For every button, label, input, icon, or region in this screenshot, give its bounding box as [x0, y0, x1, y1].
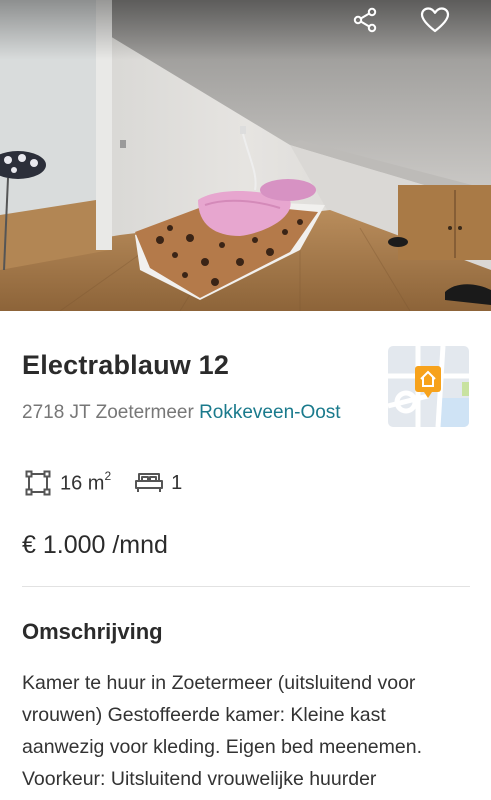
listing-features: 16 m2 1 — [22, 467, 204, 499]
listing-price: € 1.000 /mnd — [22, 531, 168, 559]
bedrooms-count: 1 — [171, 471, 183, 494]
map-icon — [388, 346, 469, 427]
description-text: Kamer te huur in Zoetermeer (uitsluitend… — [22, 672, 423, 790]
bedrooms-feature: 1 — [133, 467, 182, 499]
share-icon — [353, 7, 377, 33]
listing-photo[interactable] — [0, 0, 491, 311]
area-value: 16 m — [60, 472, 105, 495]
listing-address: 2718 JT Zoetermeer Rokkeveen-Oost — [22, 397, 372, 429]
divider — [22, 586, 470, 587]
room-photo-image — [0, 0, 491, 311]
district-link[interactable]: Rokkeveen-Oost — [199, 402, 341, 423]
map-thumbnail[interactable] — [388, 346, 469, 427]
listing-title: Electrablauw 12 — [22, 350, 230, 380]
description-heading: Omschrijving — [22, 619, 163, 644]
area-feature: 16 m2 — [22, 467, 111, 499]
heart-icon — [420, 7, 450, 33]
favorite-button[interactable] — [419, 4, 451, 36]
bed-icon — [135, 473, 164, 492]
postcode-city: 2718 JT Zoetermeer — [22, 402, 194, 423]
share-button[interactable] — [349, 4, 381, 36]
area-icon — [25, 470, 51, 496]
area-unit-superscript: 2 — [104, 468, 112, 483]
